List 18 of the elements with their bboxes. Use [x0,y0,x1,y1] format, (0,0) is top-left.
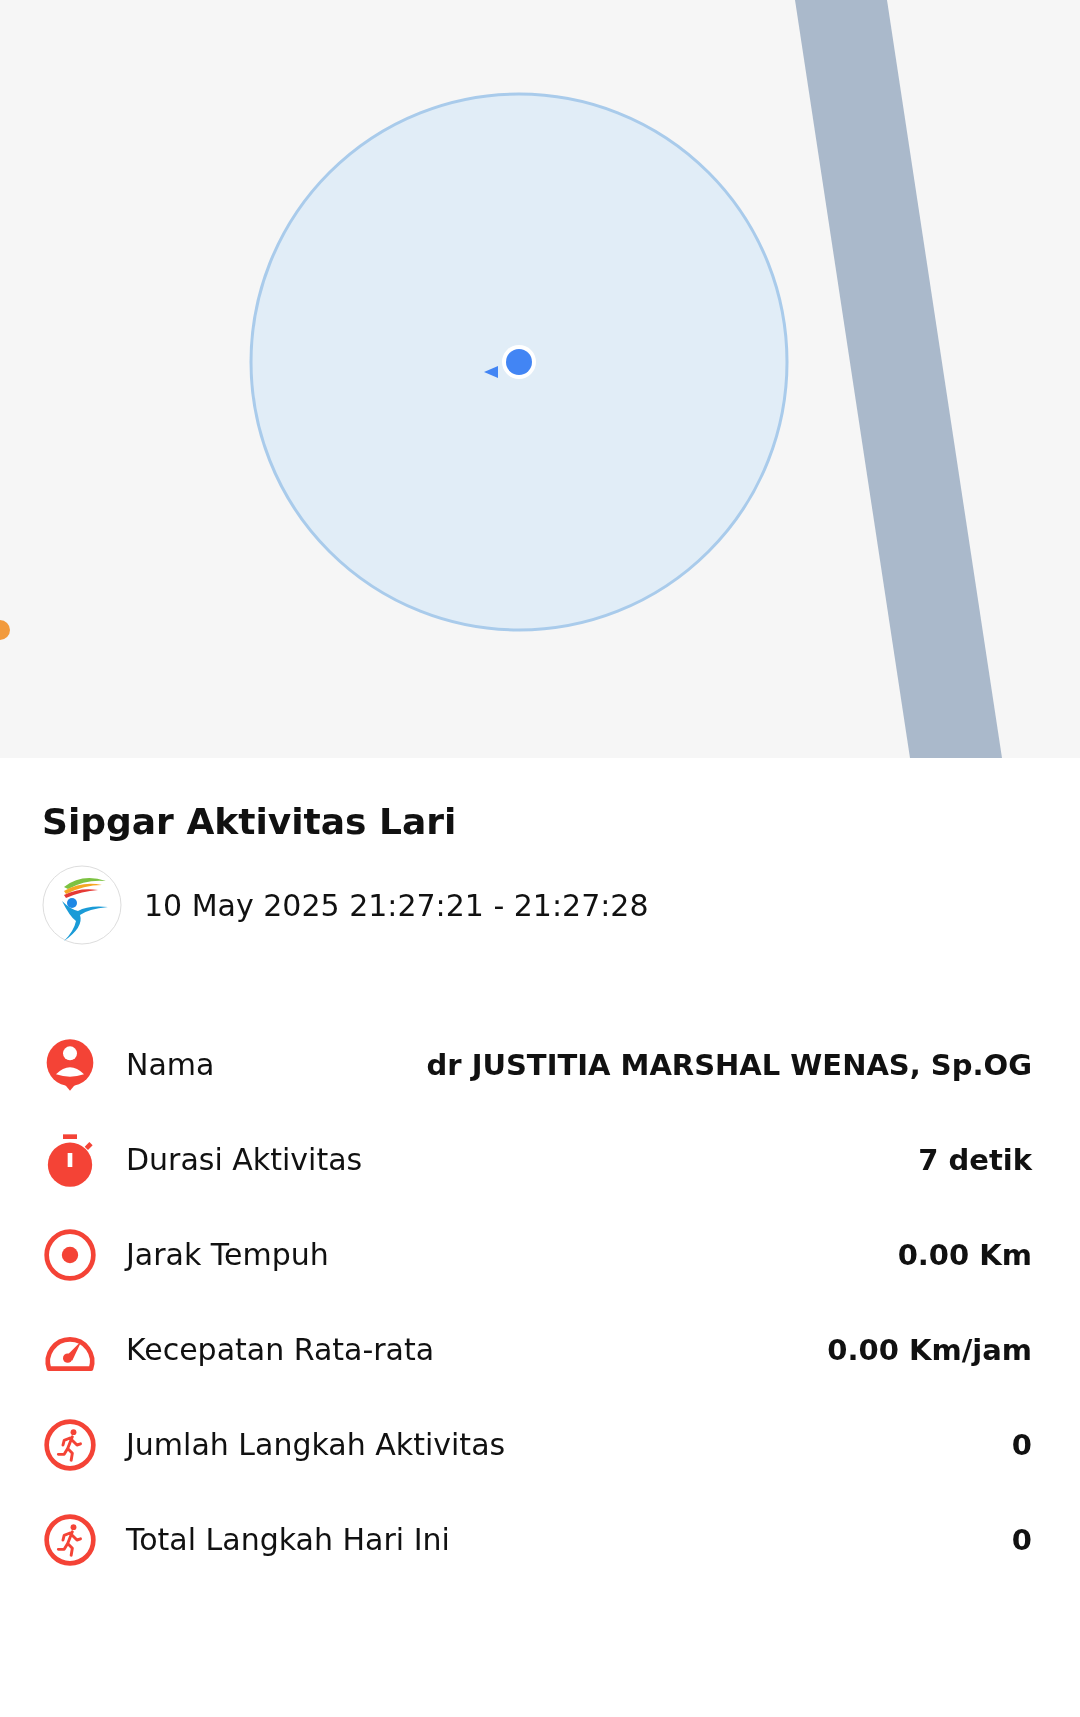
stat-label: Nama [126,1047,215,1083]
stat-label: Total Langkah Hari Ini [126,1522,450,1558]
stat-value: 0 [1011,1522,1033,1557]
stat-value: 7 detik [918,1142,1034,1177]
runner-icon [42,1511,98,1568]
runner-icon [42,1416,98,1473]
stat-label: Durasi Aktivitas [126,1142,363,1178]
target-icon [42,1226,98,1283]
stat-value: 0.00 Km [897,1237,1033,1272]
stat-value: 0.00 Km/jam [827,1332,1033,1367]
stat-label: Jarak Tempuh [126,1237,329,1273]
activity-title: Sipgar Aktivitas Lari [42,800,458,844]
stat-value: dr JUSTITIA MARSHAL WENAS, Sp.OG [426,1047,1033,1082]
stat-value: 0 [1011,1427,1033,1462]
activity-time-range: 10 May 2025 21:27:21 - 21:27:28 [144,887,649,923]
runner-logo-icon [42,865,122,946]
stat-label: Kecepatan Rata-rata [126,1332,435,1368]
stat-label: Jumlah Langkah Aktivitas [126,1427,506,1463]
